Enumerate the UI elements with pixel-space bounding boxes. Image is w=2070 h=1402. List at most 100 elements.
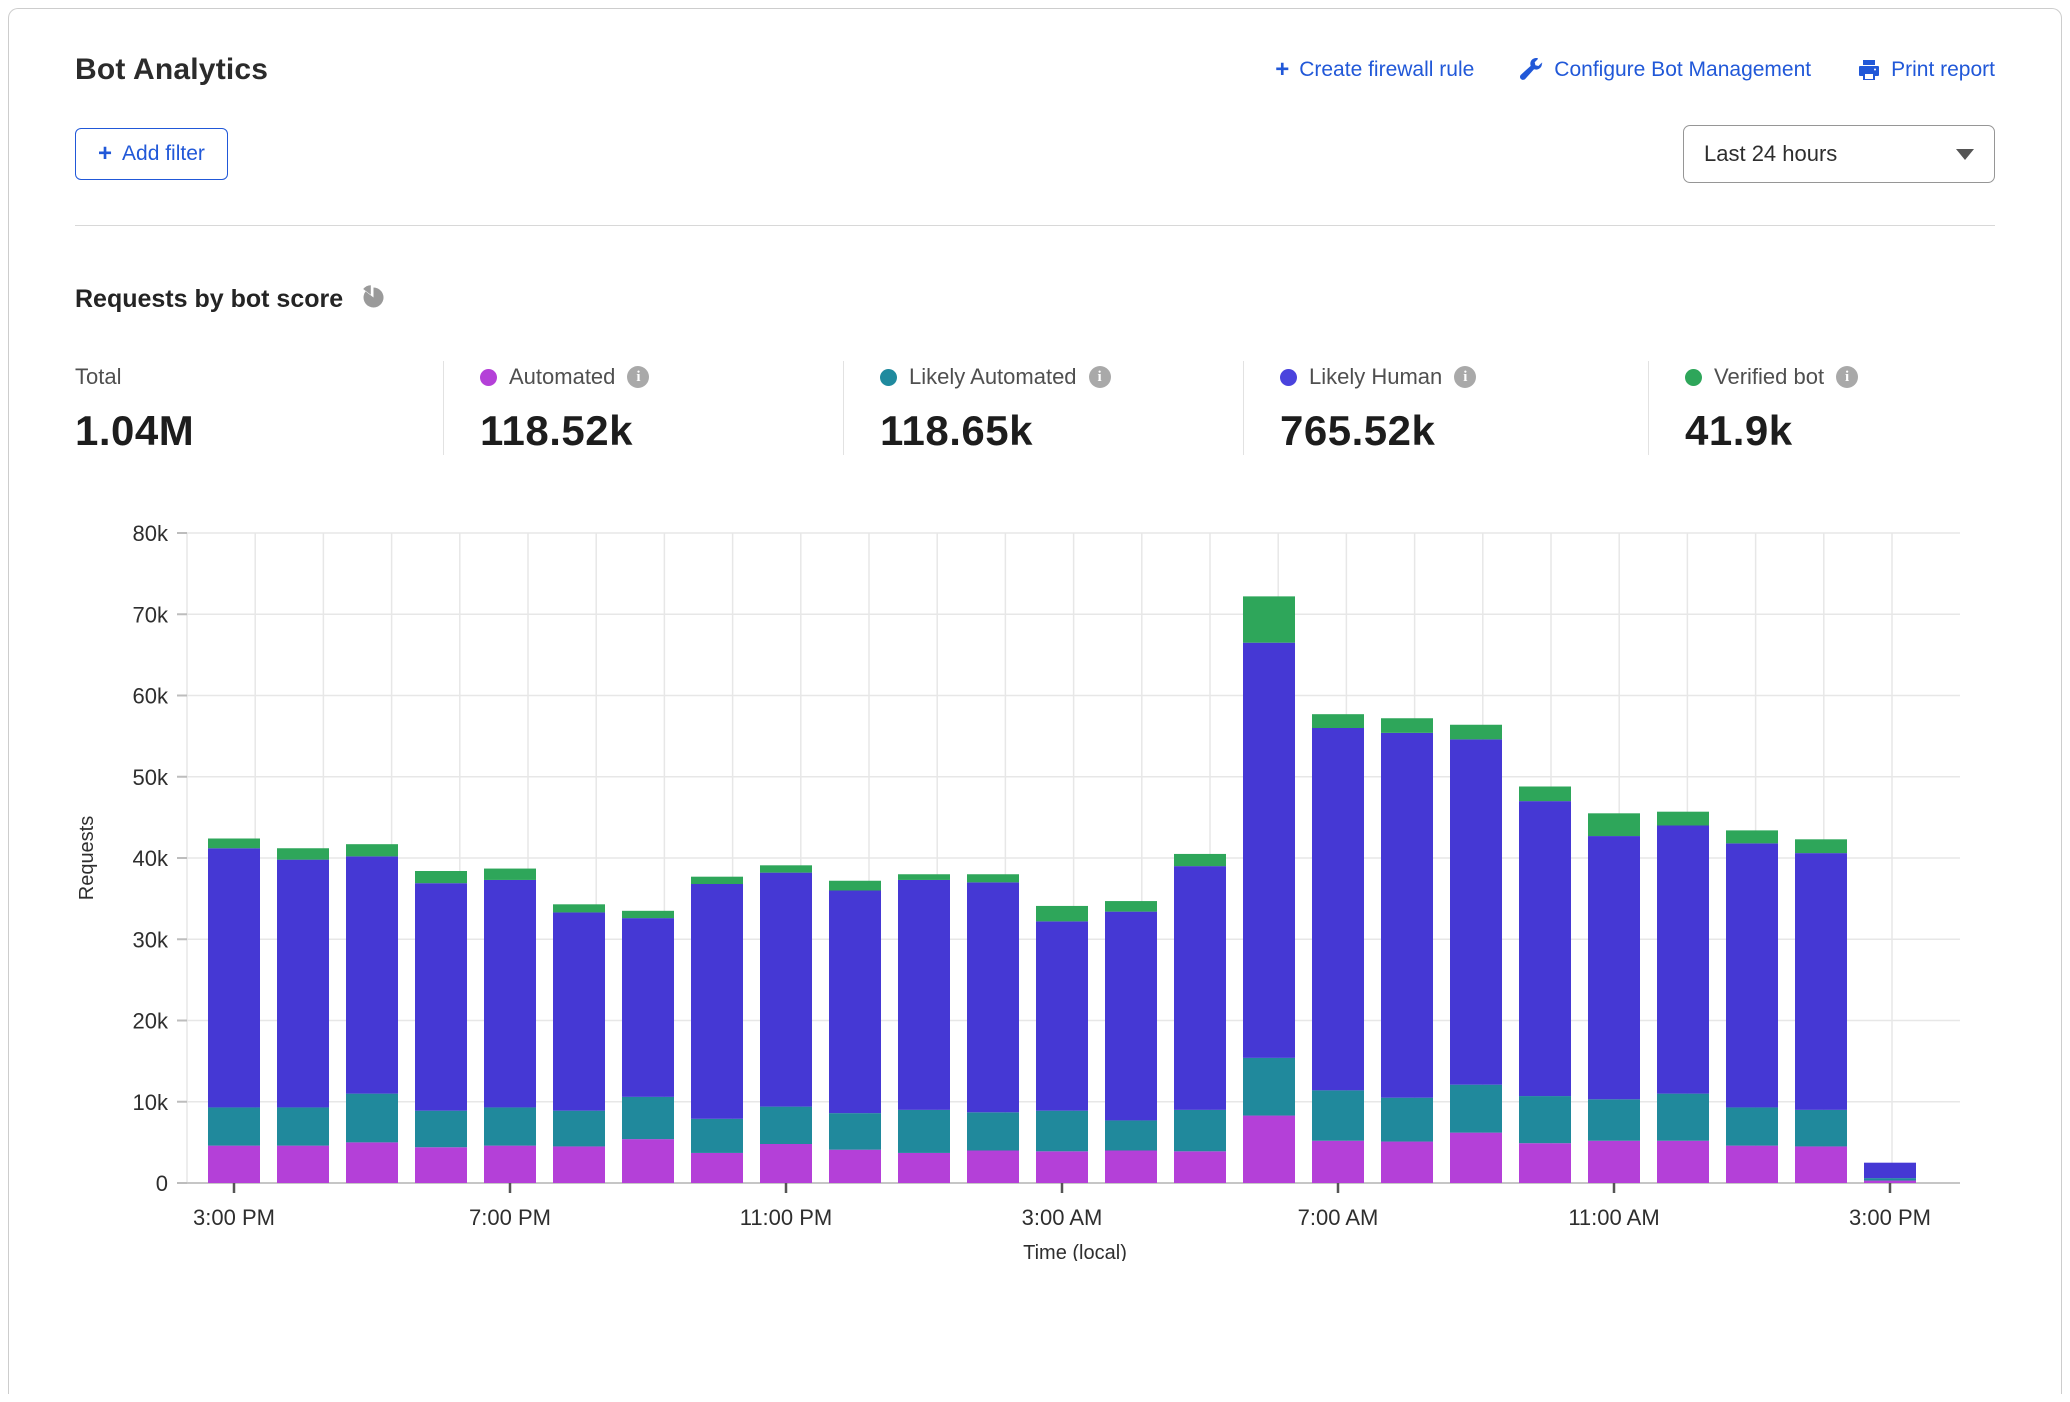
bar-segment[interactable] xyxy=(1312,714,1364,728)
bar-segment[interactable] xyxy=(1105,1120,1157,1150)
info-icon[interactable]: i xyxy=(1454,366,1476,388)
bar-segment[interactable] xyxy=(208,1146,260,1183)
bar-segment[interactable] xyxy=(1105,901,1157,912)
bar-segment[interactable] xyxy=(967,1112,1019,1150)
configure-bot-management-link[interactable]: Configure Bot Management xyxy=(1520,58,1811,82)
bar-segment[interactable] xyxy=(622,911,674,918)
bar-segment[interactable] xyxy=(1726,843,1778,1107)
bar-segment[interactable] xyxy=(1174,854,1226,866)
bar-segment[interactable] xyxy=(1381,733,1433,1098)
bar-segment[interactable] xyxy=(1174,1110,1226,1151)
bar-segment[interactable] xyxy=(208,1107,260,1145)
bar-segment[interactable] xyxy=(1726,1107,1778,1145)
bar-segment[interactable] xyxy=(415,871,467,883)
bar-segment[interactable] xyxy=(484,1107,536,1145)
bar-segment[interactable] xyxy=(415,1111,467,1148)
bar-segment[interactable] xyxy=(277,860,329,1108)
bar-segment[interactable] xyxy=(1588,836,1640,1099)
bar-segment[interactable] xyxy=(1657,1141,1709,1183)
bar-segment[interactable] xyxy=(898,880,950,1110)
bar-segment[interactable] xyxy=(277,848,329,859)
bar-segment[interactable] xyxy=(553,912,605,1110)
bar-segment[interactable] xyxy=(1657,812,1709,826)
bar-segment[interactable] xyxy=(1312,1141,1364,1183)
bar-segment[interactable] xyxy=(1036,906,1088,921)
bar-segment[interactable] xyxy=(208,839,260,849)
bar-segment[interactable] xyxy=(1312,1090,1364,1140)
bar-segment[interactable] xyxy=(760,1107,812,1144)
bar-segment[interactable] xyxy=(1864,1178,1916,1180)
bar-segment[interactable] xyxy=(1519,787,1571,802)
bar-segment[interactable] xyxy=(1657,1094,1709,1141)
bar-segment[interactable] xyxy=(1657,826,1709,1094)
bar-segment[interactable] xyxy=(1243,596,1295,642)
bar-segment[interactable] xyxy=(1519,801,1571,1096)
bar-segment[interactable] xyxy=(484,1146,536,1183)
bar-segment[interactable] xyxy=(1864,1163,1916,1178)
bar-segment[interactable] xyxy=(760,873,812,1107)
bar-segment[interactable] xyxy=(967,882,1019,1112)
bar-segment[interactable] xyxy=(1312,728,1364,1090)
bar-segment[interactable] xyxy=(346,844,398,856)
bar-segment[interactable] xyxy=(1795,839,1847,853)
bar-segment[interactable] xyxy=(691,1153,743,1183)
info-icon[interactable]: i xyxy=(627,366,649,388)
bar-segment[interactable] xyxy=(1864,1181,1916,1183)
bar-segment[interactable] xyxy=(967,874,1019,882)
bar-segment[interactable] xyxy=(415,1147,467,1183)
bar-segment[interactable] xyxy=(277,1107,329,1145)
bar-segment[interactable] xyxy=(829,1113,881,1150)
bar-segment[interactable] xyxy=(1105,1151,1157,1184)
bar-segment[interactable] xyxy=(1243,1058,1295,1116)
bar-segment[interactable] xyxy=(1795,1146,1847,1183)
bar-segment[interactable] xyxy=(622,1139,674,1183)
bar-segment[interactable] xyxy=(967,1151,1019,1184)
bar-segment[interactable] xyxy=(1588,1099,1640,1140)
create-firewall-rule-link[interactable]: + Create firewall rule xyxy=(1275,58,1474,82)
bar-segment[interactable] xyxy=(898,1153,950,1183)
bar-segment[interactable] xyxy=(208,848,260,1107)
bar-segment[interactable] xyxy=(1450,1133,1502,1183)
bar-segment[interactable] xyxy=(898,1110,950,1153)
bar-segment[interactable] xyxy=(760,865,812,872)
bar-segment[interactable] xyxy=(1105,912,1157,1121)
bar-segment[interactable] xyxy=(1243,1116,1295,1183)
bar-segment[interactable] xyxy=(691,884,743,1119)
bar-segment[interactable] xyxy=(829,881,881,891)
bar-segment[interactable] xyxy=(1588,1141,1640,1183)
time-range-select[interactable]: Last 24 hours xyxy=(1683,125,1995,183)
bar-segment[interactable] xyxy=(346,1094,398,1143)
bar-segment[interactable] xyxy=(1795,1110,1847,1147)
bar-segment[interactable] xyxy=(1726,1146,1778,1183)
bar-segment[interactable] xyxy=(1174,1151,1226,1183)
bar-segment[interactable] xyxy=(1243,643,1295,1058)
bar-segment[interactable] xyxy=(1726,830,1778,843)
bar-segment[interactable] xyxy=(1174,866,1226,1110)
bar-segment[interactable] xyxy=(1795,853,1847,1110)
bar-segment[interactable] xyxy=(760,1144,812,1183)
add-filter-button[interactable]: + Add filter xyxy=(75,128,228,180)
bar-segment[interactable] xyxy=(898,874,950,880)
bar-segment[interactable] xyxy=(277,1146,329,1183)
bar-segment[interactable] xyxy=(346,856,398,1093)
bar-segment[interactable] xyxy=(622,918,674,1097)
bar-segment[interactable] xyxy=(553,1111,605,1147)
bar-segment[interactable] xyxy=(1519,1096,1571,1143)
bar-segment[interactable] xyxy=(1450,1085,1502,1133)
bar-segment[interactable] xyxy=(691,1119,743,1153)
bar-segment[interactable] xyxy=(553,904,605,912)
print-report-link[interactable]: Print report xyxy=(1857,58,1995,82)
bar-segment[interactable] xyxy=(1519,1143,1571,1183)
bar-segment[interactable] xyxy=(415,883,467,1111)
info-icon[interactable]: i xyxy=(1836,366,1858,388)
bar-segment[interactable] xyxy=(1036,1151,1088,1183)
bar-segment[interactable] xyxy=(1381,718,1433,733)
bar-segment[interactable] xyxy=(691,877,743,884)
bar-segment[interactable] xyxy=(1036,1111,1088,1152)
bar-segment[interactable] xyxy=(829,1150,881,1183)
bar-segment[interactable] xyxy=(1450,725,1502,740)
info-icon[interactable]: i xyxy=(1089,366,1111,388)
bar-segment[interactable] xyxy=(1381,1098,1433,1142)
bar-segment[interactable] xyxy=(622,1097,674,1139)
bar-segment[interactable] xyxy=(346,1142,398,1183)
